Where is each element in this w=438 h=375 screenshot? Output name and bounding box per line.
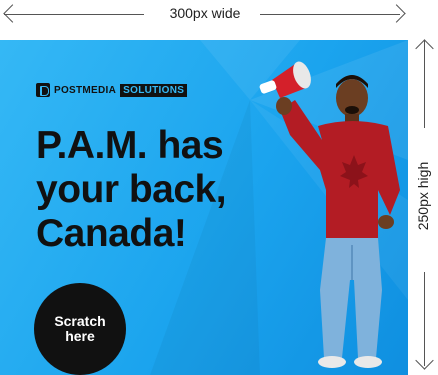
headline-line: Canada! [36,212,187,255]
width-line-left [4,14,144,15]
person-with-megaphone [259,61,400,368]
height-label: 250px high [415,161,431,231]
megaphone-icon [259,61,311,98]
headline-line: P.A.M. has [36,124,224,167]
ad-banner[interactable]: POSTMEDIA SOLUTIONS P.A.M. has your back… [0,40,408,375]
brand-solutions: SOLUTIONS [120,83,188,97]
width-line-right [260,14,400,15]
height-line-top [424,40,425,128]
width-annotation: 300px wide [0,0,410,30]
brand-name: POSTMEDIA [54,84,117,96]
arrow-left-icon [3,4,22,23]
cta-line: Scratch [54,313,106,329]
cta-line: here [65,328,95,344]
scratch-here-button[interactable]: Scratch here [34,283,126,375]
width-label: 300px wide [169,5,241,21]
postmedia-logo-icon [36,83,50,97]
brand-logo: POSTMEDIA SOLUTIONS [36,82,188,98]
arrow-down-icon [415,351,434,370]
headline: P.A.M. has your back, Canada! [36,124,276,256]
arrow-right-icon [387,4,406,23]
height-annotation: 250px high [410,36,438,375]
headline-line: your back, [36,168,227,211]
